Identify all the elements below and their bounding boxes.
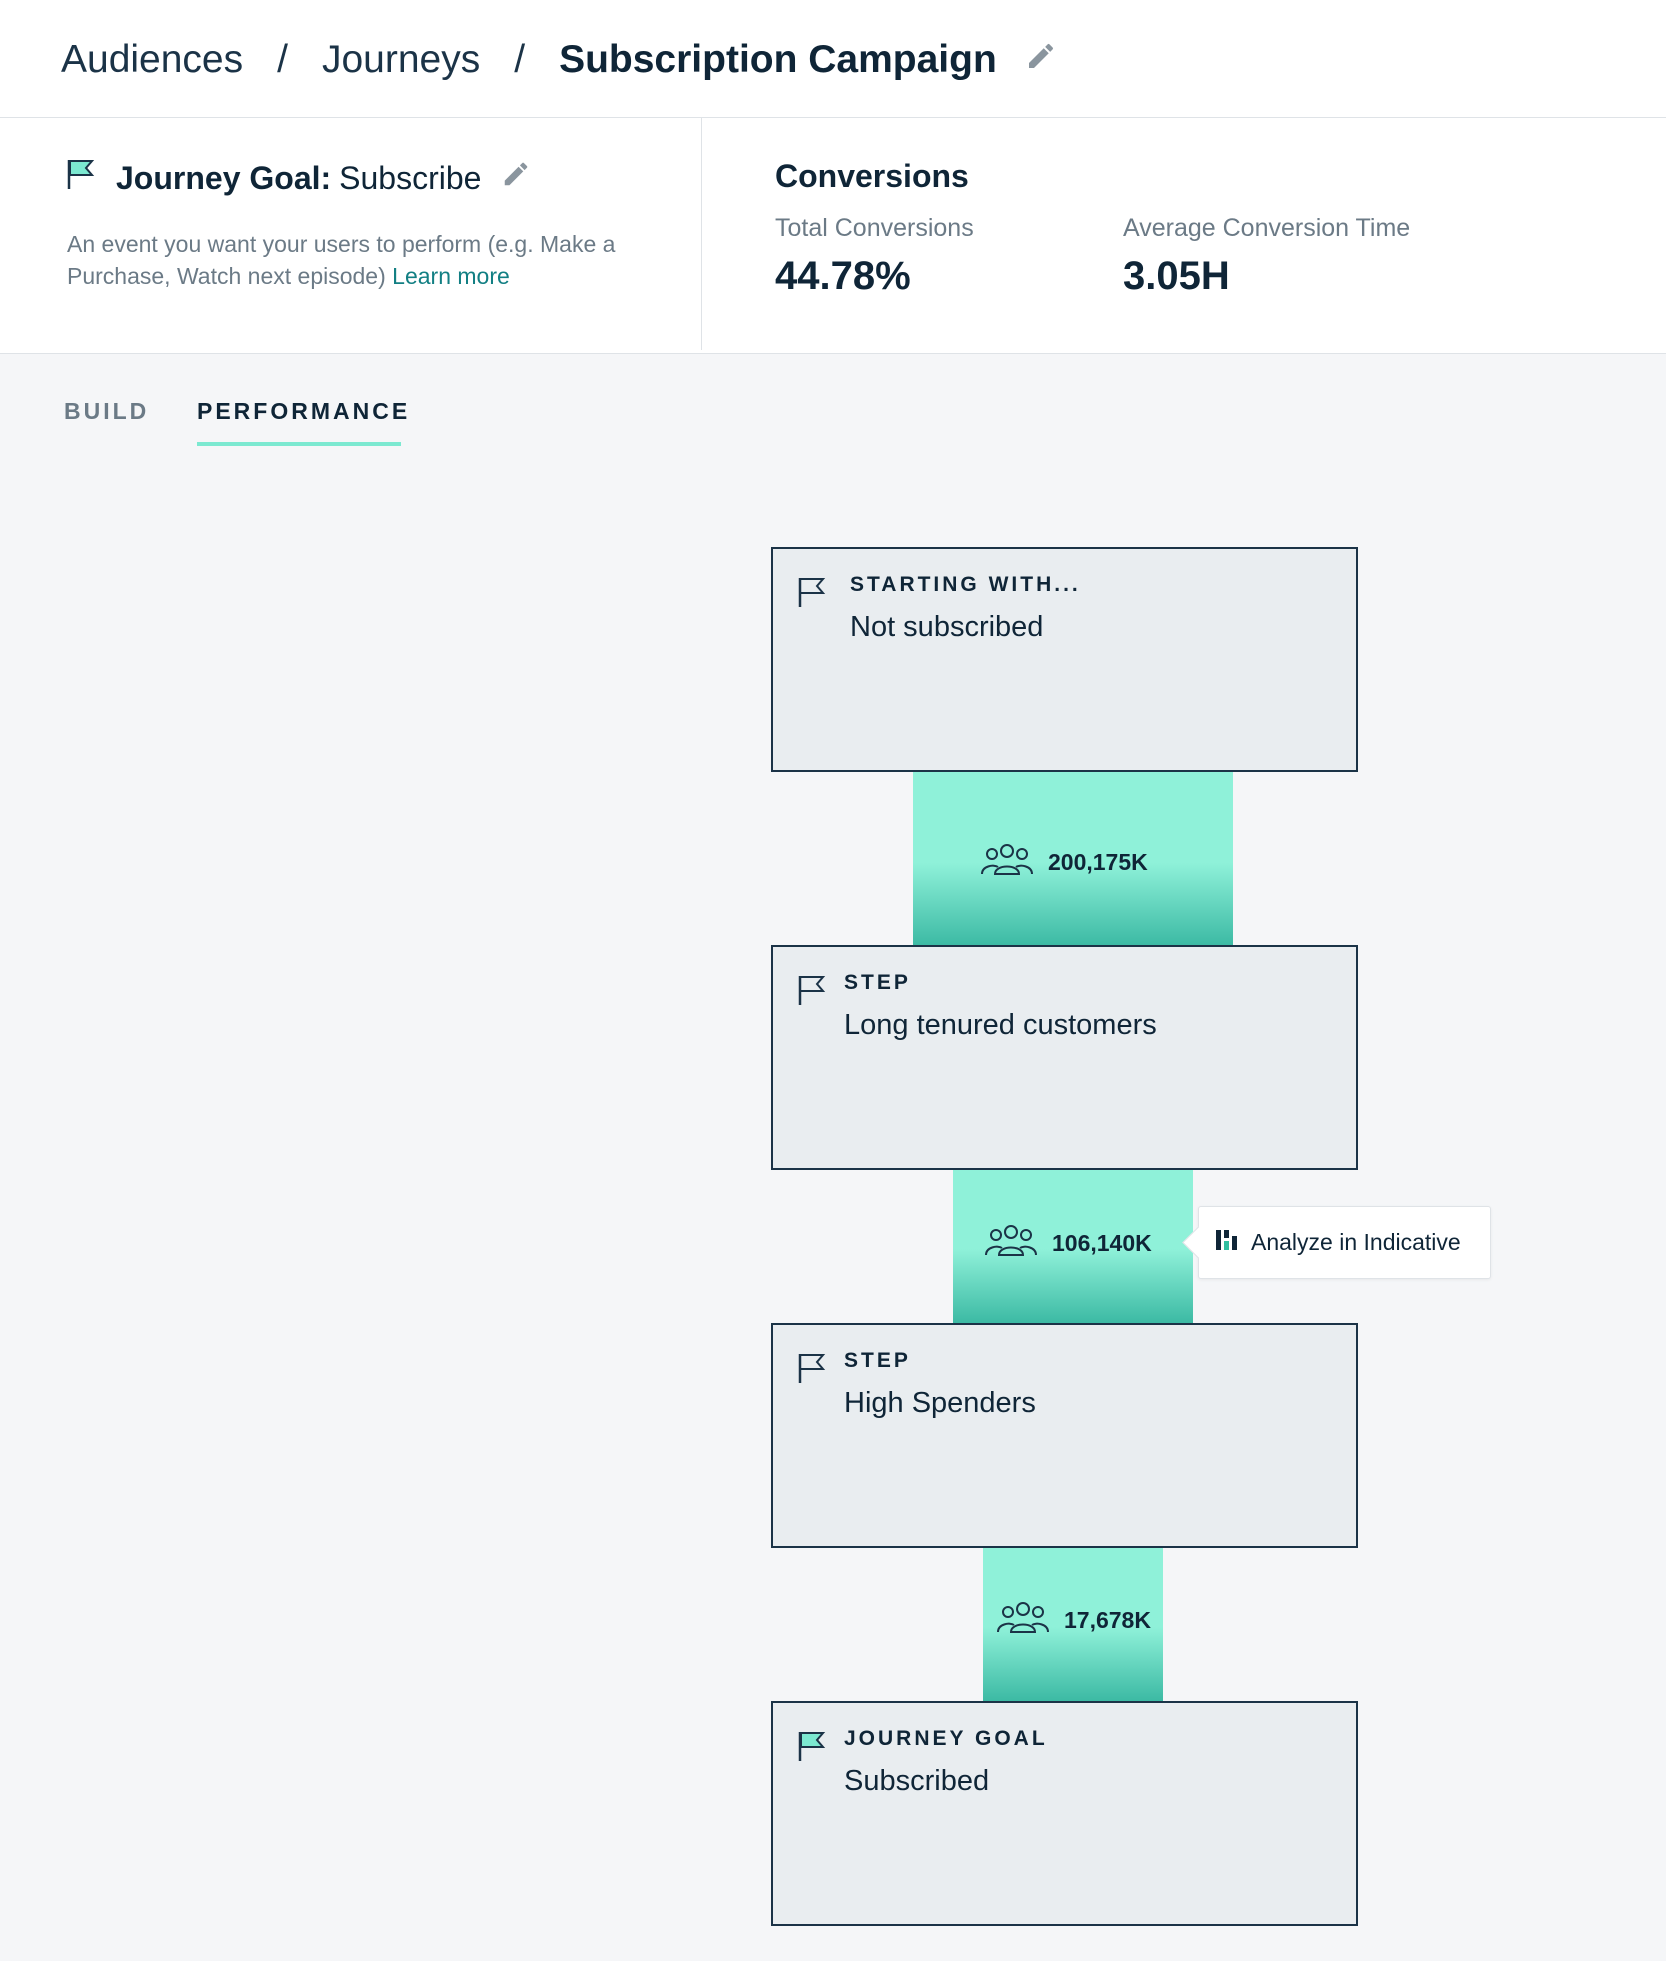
page-header: Audiences / Journeys / Subscription Camp… — [0, 0, 1666, 118]
indicative-logo-icon — [1215, 1228, 1239, 1258]
journey-goal-label: Journey Goal: — [116, 159, 332, 196]
journey-node-start[interactable]: STARTING WITH... Not subscribed — [771, 547, 1358, 772]
outline-flag-icon — [797, 575, 827, 614]
node-value: Not subscribed — [850, 611, 1044, 643]
journey-node-step-2[interactable]: STEP High Spenders — [771, 1323, 1358, 1548]
edit-goal-pencil-icon[interactable] — [501, 159, 531, 197]
journey-node-step-1[interactable]: STEP Long tenured customers — [771, 945, 1358, 1170]
active-tab-indicator — [197, 442, 401, 446]
summary-divider — [701, 118, 702, 350]
edit-title-pencil-icon[interactable] — [1025, 38, 1057, 82]
teal-flag-icon — [797, 1729, 827, 1768]
total-conversions-value: 44.78% — [775, 254, 911, 298]
outline-flag-icon — [797, 1351, 827, 1390]
count-value: 17,678K — [1064, 1606, 1151, 1633]
breadcrumb-journeys[interactable]: Journeys — [322, 38, 480, 82]
journey-goal-value: Subscribe — [339, 159, 482, 196]
teal-flag-icon — [66, 157, 96, 199]
node-value: High Spenders — [844, 1387, 1036, 1419]
breadcrumb-separator: / — [514, 38, 526, 81]
connector-3-count: 17,678K — [996, 1600, 1151, 1640]
node-label: STEP — [844, 971, 911, 994]
connector-1-count: 200,175K — [980, 842, 1148, 882]
page-title: Subscription Campaign — [559, 38, 997, 81]
journey-node-goal[interactable]: JOURNEY GOAL Subscribed — [771, 1701, 1358, 1926]
node-label: JOURNEY GOAL — [844, 1727, 1048, 1750]
tab-build[interactable]: BUILD — [64, 398, 149, 425]
count-value: 200,175K — [1048, 848, 1148, 875]
analyze-in-indicative-button[interactable]: Analyze in Indicative — [1182, 1206, 1491, 1279]
people-icon — [984, 1223, 1038, 1263]
avg-conversion-time-value: 3.05H — [1123, 254, 1230, 298]
node-label: STARTING WITH... — [850, 573, 1081, 596]
goal-description-text: An event you want your users to perform … — [67, 231, 616, 289]
total-conversions-label: Total Conversions — [775, 214, 974, 242]
connector-2-count: 106,140K — [984, 1223, 1152, 1263]
node-label: STEP — [844, 1349, 911, 1372]
outline-flag-icon — [797, 973, 827, 1012]
people-icon — [980, 842, 1034, 882]
learn-more-link[interactable]: Learn more — [392, 263, 510, 289]
journey-summary: Journey Goal: Subscribe An event you wan… — [0, 118, 1666, 354]
breadcrumb-separator: / — [277, 38, 288, 81]
breadcrumb-audiences[interactable]: Audiences — [61, 38, 243, 82]
breadcrumb: Audiences / Journeys / Subscription Camp… — [61, 34, 1057, 86]
people-icon — [996, 1600, 1050, 1640]
tab-performance[interactable]: PERFORMANCE — [197, 398, 410, 425]
node-value: Subscribed — [844, 1765, 990, 1797]
node-value: Long tenured customers — [844, 1009, 1157, 1041]
journey-goal-title: Journey Goal: Subscribe — [66, 156, 531, 200]
count-value: 106,140K — [1052, 1229, 1152, 1256]
conversions-title: Conversions — [775, 158, 969, 194]
avg-conversion-time-label: Average Conversion Time — [1123, 214, 1411, 242]
journey-goal-description: An event you want your users to perform … — [67, 228, 667, 292]
analyze-in-indicative-label: Analyze in Indicative — [1251, 1229, 1461, 1255]
